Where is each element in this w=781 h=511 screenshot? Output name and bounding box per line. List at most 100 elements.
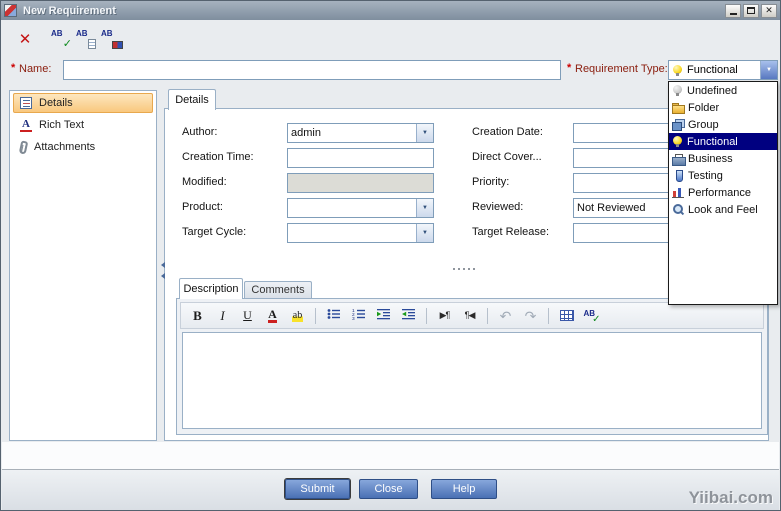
- dropdown-item-functional[interactable]: Functional: [669, 133, 777, 150]
- dropdown-item-label: Testing: [688, 170, 723, 182]
- name-input[interactable]: [63, 60, 561, 80]
- dropdown-item-label: Performance: [688, 187, 751, 199]
- bullet-list-button[interactable]: [322, 305, 345, 326]
- watermark: Yiibai.com: [689, 488, 773, 508]
- dropdown-item-performance[interactable]: Performance: [669, 184, 777, 201]
- test-tube-icon: [672, 170, 684, 181]
- italic-icon: I: [220, 308, 224, 324]
- indent-button[interactable]: [372, 305, 395, 326]
- briefcase-icon: [672, 154, 684, 164]
- reviewed-label: Reviewed:: [472, 201, 523, 213]
- numbered-list-button[interactable]: 123: [347, 305, 370, 326]
- horizontal-splitter-handle[interactable]: [453, 268, 455, 270]
- close-button[interactable]: ✕: [761, 4, 777, 18]
- tab-details-label: Details: [175, 94, 209, 106]
- dropdown-item-label: Functional: [687, 136, 738, 148]
- target-release-label: Target Release:: [472, 226, 549, 238]
- outdent-button[interactable]: [397, 305, 420, 326]
- new-requirement-dialog: New Requirement ✕ ✕ AB ✓ AB AB * Name: *…: [0, 0, 781, 511]
- bar-chart-icon: [672, 187, 684, 198]
- check-spelling-button[interactable]: AB ✓: [49, 27, 74, 51]
- table-icon: [560, 310, 574, 321]
- collapse-arrow-icon: [158, 273, 165, 279]
- product-combo[interactable]: ▼: [287, 198, 434, 218]
- sidebar-item-attachments[interactable]: Attachments: [13, 137, 153, 157]
- page-icon: [88, 39, 96, 49]
- requirement-type-dropdown-button[interactable]: ▼: [760, 61, 777, 79]
- target-cycle-combo[interactable]: ▼: [287, 223, 434, 243]
- description-editor[interactable]: [182, 332, 762, 429]
- bold-button[interactable]: B: [186, 305, 209, 326]
- sidebar-item-rich-text[interactable]: A Rich Text: [13, 115, 153, 135]
- spelling-options-letters-icon: AB: [101, 29, 113, 38]
- dropdown-item-undefined[interactable]: Undefined: [669, 82, 777, 99]
- font-color-button[interactable]: A: [261, 305, 284, 326]
- target-cycle-dropdown-button[interactable]: ▼: [416, 224, 433, 242]
- dropdown-item-folder[interactable]: Folder: [669, 99, 777, 116]
- priority-label: Priority:: [472, 176, 509, 188]
- thesaurus-button[interactable]: AB: [74, 27, 99, 51]
- book-icon: [112, 41, 123, 49]
- highlight-icon: ab: [292, 310, 303, 322]
- dropdown-item-label: Business: [688, 153, 733, 165]
- redo-button[interactable]: ↷: [519, 305, 542, 326]
- author-label: Author:: [182, 126, 217, 138]
- tab-description[interactable]: Description: [179, 278, 243, 299]
- paperclip-icon: [19, 140, 29, 154]
- author-value: admin: [291, 127, 321, 139]
- bulb-icon: [672, 136, 683, 147]
- bulb-icon: [672, 65, 683, 76]
- sidebar-item-label: Rich Text: [39, 119, 84, 131]
- clear-button[interactable]: ✕: [13, 27, 37, 51]
- spelling-letters-icon: AB: [51, 29, 63, 38]
- help-button[interactable]: Help: [431, 479, 497, 499]
- underline-button[interactable]: U: [236, 305, 259, 326]
- author-combo[interactable]: admin ▼: [287, 123, 434, 143]
- minimize-button[interactable]: [725, 4, 741, 18]
- highlight-button[interactable]: ab: [286, 305, 309, 326]
- undo-button[interactable]: ↶: [494, 305, 517, 326]
- dropdown-item-look-and-feel[interactable]: Look and Feel: [669, 201, 777, 218]
- product-dropdown-button[interactable]: ▼: [416, 199, 433, 217]
- submit-button[interactable]: Submit: [285, 479, 350, 499]
- sidebar-item-details[interactable]: Details: [13, 93, 153, 113]
- ltr-paragraph-button[interactable]: ▶¶: [433, 305, 456, 326]
- dropdown-item-group[interactable]: Group: [669, 116, 777, 133]
- creation-time-label: Creation Time:: [182, 151, 254, 163]
- minimize-icon: [730, 13, 737, 15]
- tab-description-label: Description: [183, 283, 238, 295]
- italic-button[interactable]: I: [211, 305, 234, 326]
- rtl-paragraph-button[interactable]: ¶◀: [458, 305, 481, 326]
- chevron-down-icon: ▼: [766, 67, 772, 73]
- sidebar-collapse-handle[interactable]: [157, 251, 165, 289]
- bulb-gray-icon: [672, 85, 683, 96]
- tab-details[interactable]: Details: [168, 89, 216, 110]
- tab-comments[interactable]: Comments: [244, 281, 312, 299]
- author-dropdown-button[interactable]: ▼: [416, 124, 433, 142]
- dropdown-item-business[interactable]: Business: [669, 150, 777, 167]
- dropdown-item-testing[interactable]: Testing: [669, 167, 777, 184]
- requirement-type-combo[interactable]: Functional ▼: [668, 60, 778, 80]
- modified-input: [287, 173, 434, 193]
- close-dialog-button[interactable]: Close: [359, 479, 418, 499]
- folder-icon: [672, 103, 684, 113]
- insert-table-button[interactable]: [555, 305, 578, 326]
- footer: Submit Close Help Yiibai.com: [2, 469, 779, 511]
- product-label: Product:: [182, 201, 223, 213]
- rich-text-icon: A: [20, 119, 32, 132]
- undo-icon: ↶: [500, 309, 512, 323]
- editor-spell-check-button[interactable]: AB ✓: [580, 305, 603, 326]
- maximize-button[interactable]: [743, 4, 759, 18]
- bottom-strip: [2, 442, 779, 469]
- check-icon: ✓: [63, 39, 72, 50]
- titlebar[interactable]: New Requirement ✕: [1, 1, 780, 20]
- sidebar-item-label: Details: [39, 97, 73, 109]
- creation-date-label: Creation Date:: [472, 126, 543, 138]
- spelling-options-button[interactable]: AB: [99, 27, 124, 51]
- toolbar-separator: [487, 308, 488, 324]
- editor-toolbar: B I U A ab 123 ▶¶ ¶: [180, 302, 764, 329]
- app-icon: [4, 4, 17, 17]
- bold-icon: B: [193, 308, 202, 324]
- rtl-paragraph-icon: ¶◀: [465, 310, 475, 321]
- creation-time-input[interactable]: [287, 148, 434, 168]
